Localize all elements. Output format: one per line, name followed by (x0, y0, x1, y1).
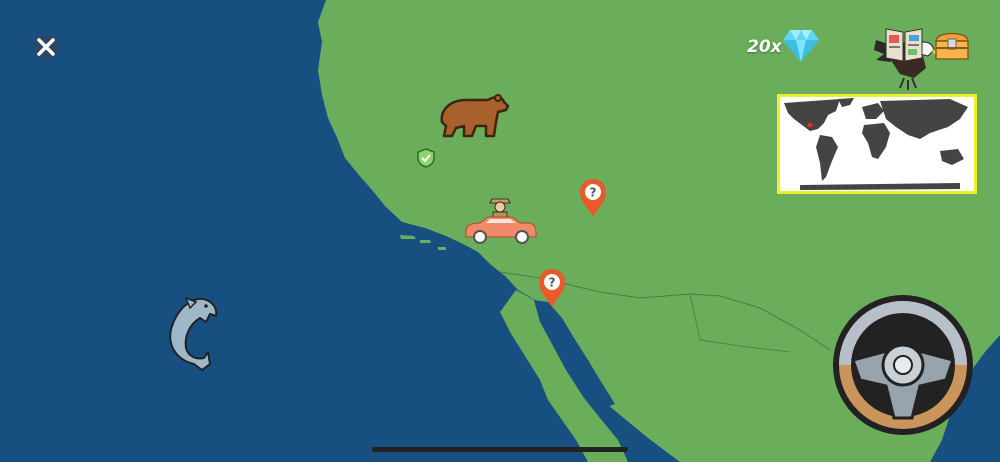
question-pin[interactable]: ? (537, 268, 567, 312)
diamond-icon (782, 28, 820, 68)
bear-icon (436, 92, 512, 144)
book-icon (885, 28, 923, 62)
treasure-chest-icon (935, 32, 969, 60)
player-location-marker (807, 122, 813, 128)
island (420, 240, 431, 243)
close-icon (33, 34, 59, 60)
dolphin-icon (160, 294, 222, 376)
world-minimap[interactable] (777, 94, 977, 194)
question-pin[interactable]: ? (578, 178, 608, 222)
gem-count: 20x (747, 37, 782, 57)
treasure-chest-button[interactable] (932, 27, 972, 67)
car-explorer-icon (462, 195, 538, 251)
question-pin-icon: ? (580, 179, 606, 217)
pin-label: ? (549, 276, 556, 290)
steering-wheel-button[interactable] (828, 290, 978, 444)
pin-label: ? (590, 186, 597, 200)
game-screen: 20x ? ? (0, 0, 1000, 462)
island (438, 247, 446, 250)
island (360, 152, 374, 155)
close-button[interactable] (30, 31, 62, 63)
home-indicator[interactable] (372, 447, 628, 452)
world-map (780, 97, 974, 191)
question-pin-icon: ? (539, 269, 565, 307)
book-button[interactable] (884, 25, 924, 67)
steering-wheel-icon (833, 295, 973, 435)
shield-check-icon (417, 148, 435, 172)
